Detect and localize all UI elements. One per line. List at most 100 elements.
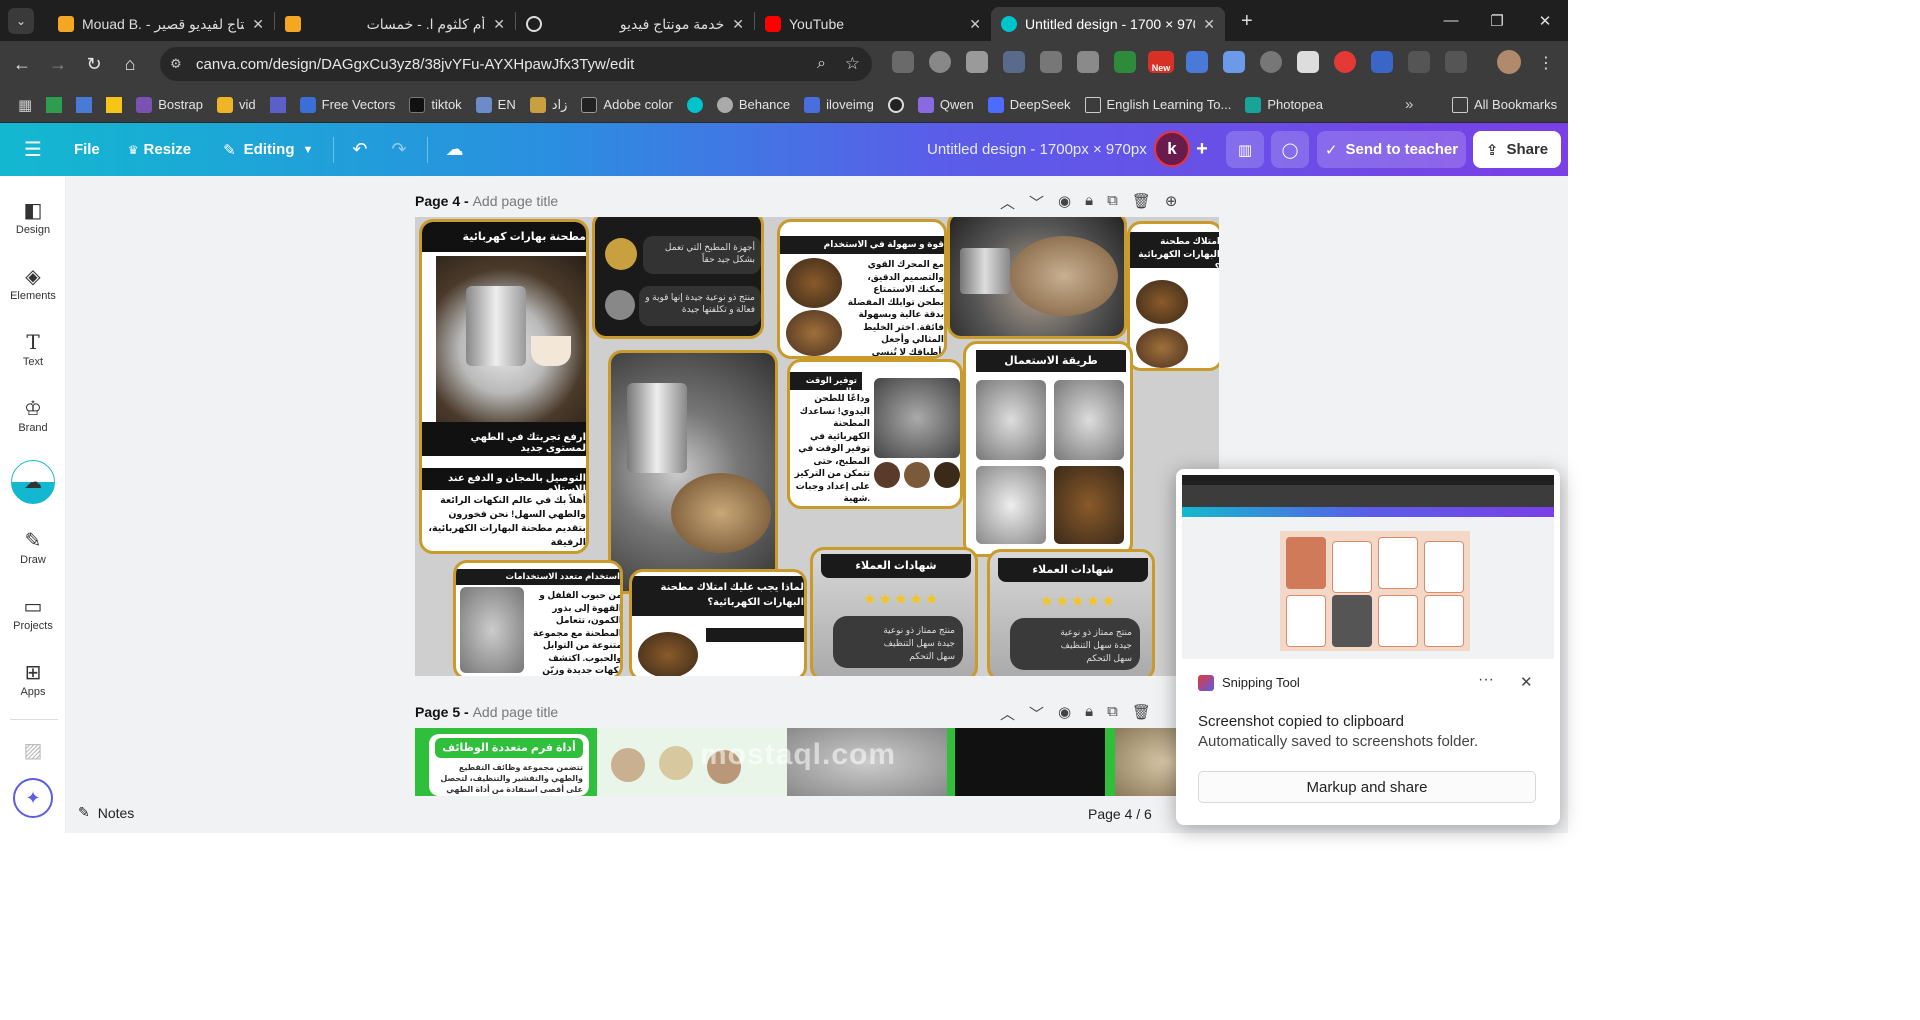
insights-button[interactable]: ▥: [1226, 131, 1264, 168]
extension-icon[interactable]: [1114, 51, 1136, 73]
tab-mouad[interactable]: Mouad B. - مونتاج لفيديو قصير ✕: [48, 7, 274, 41]
notes-button[interactable]: ✎ Notes: [78, 804, 134, 821]
bookmark-iloveimg[interactable]: iloveimg: [804, 96, 874, 113]
bookmark-tiktok[interactable]: tiktok: [409, 96, 462, 113]
sidebar-item-uploads[interactable]: ☁: [0, 460, 66, 504]
card-review-dark[interactable]: أجهزة المطبخ التي تعمل بشكل جيد حقاً منت…: [592, 217, 764, 339]
file-menu[interactable]: File: [74, 141, 100, 158]
bookmark-vid[interactable]: vid: [217, 96, 256, 113]
close-icon[interactable]: ✕: [493, 16, 505, 33]
canva-icon[interactable]: [686, 96, 703, 113]
all-bookmarks-folder[interactable]: All Bookmarks: [1452, 96, 1557, 113]
bookmark-free-vectors[interactable]: Free Vectors: [299, 96, 395, 113]
camera-icon[interactable]: [1077, 51, 1099, 73]
minimize-button[interactable]: —: [1428, 0, 1474, 41]
restore-button[interactable]: ❐: [1474, 0, 1520, 41]
design-title[interactable]: Untitled design - 1700px × 970px: [927, 141, 1147, 158]
card-grinder-beans[interactable]: [608, 350, 778, 594]
card-grinder-intro[interactable]: مطحنة بهارات كهربائية ارفع تجربتك في الط…: [419, 219, 589, 554]
card-spices-photo[interactable]: [947, 217, 1127, 339]
sheets-icon[interactable]: [46, 96, 63, 113]
card-time-saving[interactable]: توفير الوقت والجهد وداعًا للطحن اليدوي! …: [787, 359, 963, 509]
move-down-icon[interactable]: ﹀: [1029, 703, 1044, 724]
tab-umm-kulthum[interactable]: أم كلثوم ا. - خمسات ✕: [275, 7, 515, 41]
send-to-teacher-button[interactable]: ✓ Send to teacher: [1317, 131, 1466, 168]
page-title-input[interactable]: Add page title: [473, 193, 559, 209]
extension-icon[interactable]: [892, 51, 914, 73]
sidebar-item-draw[interactable]: ✎ Draw: [0, 528, 66, 566]
new-badge-extension[interactable]: New: [1148, 51, 1174, 73]
card-power-ease[interactable]: قوة و سهولة في الاستخدام مع المحرك القوي…: [777, 219, 947, 359]
zoom-icon[interactable]: ⌕: [817, 55, 826, 73]
extension-icon[interactable]: [929, 51, 951, 73]
extension-icon[interactable]: [1334, 51, 1356, 73]
undo-icon[interactable]: ↶: [352, 139, 367, 160]
share-button[interactable]: ⇪ Share: [1473, 131, 1561, 168]
reload-button[interactable]: ↻: [76, 46, 112, 82]
new-tab-button[interactable]: +: [1241, 10, 1253, 33]
move-up-icon[interactable]: ︿: [1000, 703, 1015, 724]
add-page-icon[interactable]: ⊕: [1165, 192, 1178, 213]
markup-and-share-button[interactable]: Markup and share: [1198, 771, 1536, 803]
bookmark-qwen[interactable]: Qwen: [917, 96, 974, 113]
bookmark-photopea[interactable]: Photopea: [1245, 96, 1323, 113]
address-bar[interactable]: ⚙ canva.com/design/DAGgxCu3yz8/38jvYFu-A…: [160, 47, 872, 81]
tab-search-button[interactable]: ⌄: [8, 7, 34, 34]
bookmark-adobe-color[interactable]: Adobe color: [581, 96, 673, 113]
hamburger-menu-icon[interactable]: ☰: [24, 137, 42, 162]
bookmark-english-learning[interactable]: English Learning To...: [1084, 96, 1231, 113]
more-menu-icon[interactable]: ⋮: [1538, 53, 1554, 73]
card-testimonials-2[interactable]: شهادات العملاء ★★★★★ منتج ممتاز ذو نوعية…: [987, 549, 1155, 676]
close-icon[interactable]: ✕: [732, 16, 744, 33]
sidebar-item-projects[interactable]: ▭ Projects: [0, 594, 66, 632]
card-multi-use[interactable]: استخدام متعدد الاستخدامات من حبوب الفلفل…: [453, 560, 623, 676]
delete-icon[interactable]: 🗑︎: [1132, 703, 1151, 724]
hide-page-icon[interactable]: ◉: [1058, 192, 1071, 213]
site-settings-icon[interactable]: ⚙: [170, 56, 182, 72]
bookmark-icon[interactable]: [106, 96, 123, 113]
bookmark-bostrap[interactable]: Bostrap: [136, 96, 203, 113]
card-why-own-partial[interactable]: امتلاك مطحنة البهارات الكهربائية ؟: [1127, 221, 1219, 371]
extension-icon[interactable]: [1297, 51, 1319, 73]
apps-grid-icon[interactable]: ▦: [18, 96, 32, 114]
card-testimonials[interactable]: شهادات العملاء ★★★★★ منتج ممتاز ذو نوعية…: [810, 547, 978, 676]
more-options-icon[interactable]: ···: [1478, 671, 1494, 689]
sidebar-item-apps[interactable]: ⊞ Apps: [0, 660, 66, 698]
cloud-sync-icon[interactable]: ☁: [446, 139, 464, 160]
card-how-to-use[interactable]: طريقة الاستعمال: [963, 341, 1133, 557]
bookmark-deepseek[interactable]: DeepSeek: [987, 96, 1071, 113]
fullscreen-icon[interactable]: [1408, 51, 1430, 73]
screenshot-preview[interactable]: [1182, 475, 1554, 659]
bookmark-star-icon[interactable]: ☆: [845, 54, 860, 74]
extension-icon[interactable]: [1003, 51, 1025, 73]
magic-ai-button[interactable]: ✦: [13, 778, 53, 818]
resize-button[interactable]: ♛ Resize: [128, 141, 191, 158]
sidebar-item-brand[interactable]: ♔ Brand: [0, 396, 66, 434]
extension-icon[interactable]: [1371, 51, 1393, 73]
extension-icon[interactable]: [1186, 51, 1208, 73]
bookmark-en[interactable]: EN: [475, 96, 516, 113]
openai-icon[interactable]: [887, 96, 904, 113]
duplicate-icon[interactable]: ⧉: [1107, 703, 1118, 724]
comments-button[interactable]: ◯: [1271, 131, 1309, 168]
close-icon[interactable]: ✕: [1520, 673, 1533, 691]
extension-icon[interactable]: [1223, 51, 1245, 73]
teams-icon[interactable]: [269, 96, 286, 113]
move-down-icon[interactable]: ﹀: [1029, 192, 1044, 213]
lock-icon[interactable]: 🔒︎: [1085, 192, 1093, 213]
extensions-puzzle-icon[interactable]: [1445, 51, 1467, 73]
bookmark-behance[interactable]: Behance: [716, 96, 790, 113]
lock-icon[interactable]: 🔒︎: [1085, 703, 1093, 724]
hide-page-icon[interactable]: ◉: [1058, 703, 1071, 724]
eyedropper-icon[interactable]: [966, 51, 988, 73]
page-4-design[interactable]: مطحنة بهارات كهربائية ارفع تجربتك في الط…: [415, 217, 1219, 676]
tab-canva[interactable]: Untitled design - 1700 × 970px ✕: [991, 7, 1225, 41]
back-button[interactable]: ←: [4, 46, 40, 82]
sidebar-item-magic-media[interactable]: ▨: [0, 738, 66, 764]
bookmark-zad[interactable]: زاد: [529, 96, 567, 113]
download-icon[interactable]: [1040, 51, 1062, 73]
page-counter[interactable]: Page 4 / 6: [1088, 806, 1152, 822]
extension-icon[interactable]: [1260, 51, 1282, 73]
close-icon[interactable]: ✕: [1203, 16, 1215, 33]
profile-avatar[interactable]: [1497, 50, 1521, 74]
